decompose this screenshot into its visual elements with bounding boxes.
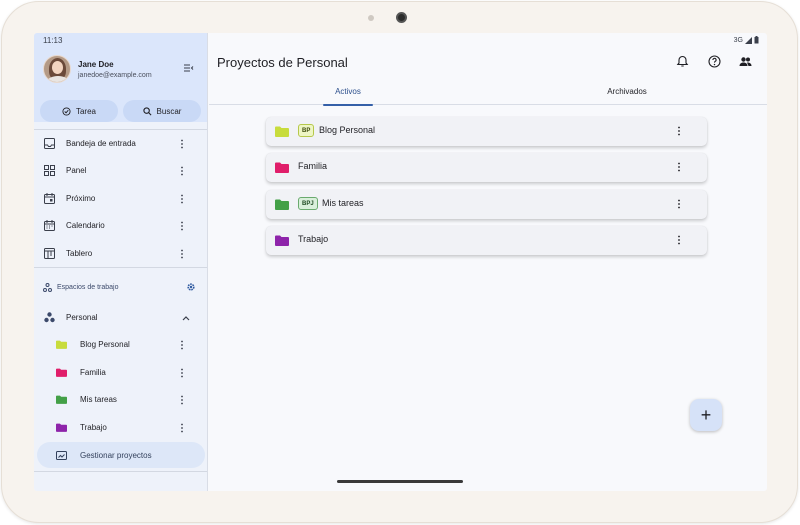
more-vert-icon[interactable]	[180, 340, 184, 350]
nav-item-label: Bandeja de entrada	[66, 139, 136, 148]
sidebar: 11:13 Jane Doe janedoe@example.com Tarea…	[34, 33, 208, 491]
collapse-menu-icon[interactable]	[184, 64, 194, 72]
folder-icon	[56, 340, 67, 349]
divider	[34, 267, 207, 268]
nav-item-label: Panel	[66, 166, 87, 175]
workspace-personal[interactable]: Personal	[34, 304, 207, 331]
home-indicator[interactable]	[337, 480, 463, 483]
board-icon	[44, 248, 55, 259]
project-label: Familia	[80, 368, 106, 377]
workspaces-icon	[43, 283, 52, 292]
network-type: 3G	[733, 36, 743, 44]
help-icon[interactable]	[708, 55, 721, 68]
nav-item-panel[interactable]: Panel	[34, 157, 207, 184]
workspace-icon	[44, 312, 55, 323]
folder-icon	[56, 395, 67, 404]
folder-icon	[275, 235, 289, 246]
project-card-familia[interactable]: Familia	[266, 153, 707, 182]
project-card-blog[interactable]: BP Blog Personal	[266, 117, 707, 146]
avatar[interactable]	[43, 55, 71, 83]
search-label: Buscar	[156, 106, 182, 116]
manage-projects-button[interactable]: Gestionar proyectos	[37, 442, 205, 468]
project-badge: BPJ	[298, 197, 318, 210]
more-vert-icon[interactable]	[677, 126, 681, 136]
more-vert-icon[interactable]	[677, 162, 681, 172]
more-vert-icon[interactable]	[180, 166, 184, 176]
main-content: 3G Proyectos de Personal Activos Archiva…	[209, 33, 767, 491]
inbox-icon	[44, 138, 55, 149]
project-item-trabajo[interactable]: Trabajo	[34, 414, 207, 441]
nav-item-label: Próximo	[66, 194, 96, 203]
add-task-icon	[62, 106, 71, 116]
more-vert-icon[interactable]	[180, 423, 184, 433]
chevron-up-icon[interactable]	[182, 315, 190, 321]
project-item-familia[interactable]: Familia	[34, 359, 207, 386]
more-vert-icon[interactable]	[677, 235, 681, 245]
nav-item-label: Tablero	[66, 249, 93, 258]
nav-item-board[interactable]: Tablero	[34, 240, 207, 267]
tab-bar: Activos Archivados	[209, 81, 767, 105]
manage-folders-icon	[56, 450, 67, 460]
project-badge: BP	[298, 124, 315, 137]
gear-icon[interactable]	[186, 282, 196, 292]
calendar-upcoming-icon	[44, 193, 55, 204]
project-title: Familia	[298, 161, 328, 171]
people-icon[interactable]	[739, 55, 752, 68]
dashboard-icon	[44, 165, 55, 176]
page-title: Proyectos de Personal	[217, 55, 348, 70]
search-icon	[142, 106, 152, 115]
folder-icon	[275, 199, 289, 210]
project-label: Mis tareas	[80, 395, 117, 404]
project-card-mis-tareas[interactable]: BPJ Mis tareas	[266, 190, 707, 219]
status-bar: 3G	[734, 36, 759, 44]
project-label: Trabajo	[80, 423, 107, 432]
tab-archivados[interactable]: Archivados	[592, 87, 662, 96]
more-vert-icon[interactable]	[180, 368, 184, 378]
sensor-dot	[368, 15, 374, 21]
status-time: 11:13	[43, 36, 63, 45]
project-item-blog[interactable]: Blog Personal	[34, 331, 207, 358]
project-title: Trabajo	[298, 234, 329, 244]
project-card-trabajo[interactable]: Trabajo	[266, 226, 707, 255]
project-title: Blog Personal	[319, 125, 376, 135]
app-screen: 11:13 Jane Doe janedoe@example.com Tarea…	[34, 33, 767, 491]
more-vert-icon[interactable]	[180, 395, 184, 405]
tab-activos[interactable]: Activos	[323, 87, 373, 96]
battery-icon	[754, 36, 759, 44]
nav-item-label: Calendario	[66, 221, 105, 230]
add-project-fab[interactable]: +	[690, 399, 722, 431]
workspaces-title: Espacios de trabajo	[57, 284, 119, 291]
more-vert-icon[interactable]	[180, 194, 184, 204]
folder-icon	[56, 423, 67, 432]
nav-item-inbox[interactable]: Bandeja de entrada	[34, 130, 207, 157]
calendar-icon	[44, 220, 55, 231]
front-camera	[396, 12, 407, 23]
more-vert-icon[interactable]	[180, 221, 184, 231]
user-email: janedoe@example.com	[78, 72, 152, 79]
active-tab-indicator	[323, 104, 373, 106]
nav-item-upcoming[interactable]: Próximo	[34, 185, 207, 212]
more-vert-icon[interactable]	[180, 249, 184, 259]
folder-icon	[275, 162, 289, 173]
notifications-icon[interactable]	[676, 55, 689, 68]
project-label: Blog Personal	[80, 340, 130, 349]
search-button[interactable]: Buscar	[123, 100, 201, 122]
new-task-label: Tarea	[75, 106, 96, 116]
folder-icon	[275, 126, 289, 137]
nav-item-calendar[interactable]: Calendario	[34, 212, 207, 239]
workspace-name: Personal	[66, 313, 98, 322]
more-vert-icon[interactable]	[677, 199, 681, 209]
folder-icon	[56, 368, 67, 377]
project-item-mis-tareas[interactable]: Mis tareas	[34, 386, 207, 413]
new-task-button[interactable]: Tarea	[40, 100, 118, 122]
workspaces-header: Espacios de trabajo	[43, 283, 118, 292]
manage-projects-label: Gestionar proyectos	[80, 450, 152, 460]
user-name: Jane Doe	[78, 60, 114, 69]
more-vert-icon[interactable]	[180, 139, 184, 149]
project-title: Mis tareas	[322, 198, 364, 208]
divider	[34, 471, 207, 472]
signal-icon	[745, 36, 752, 44]
